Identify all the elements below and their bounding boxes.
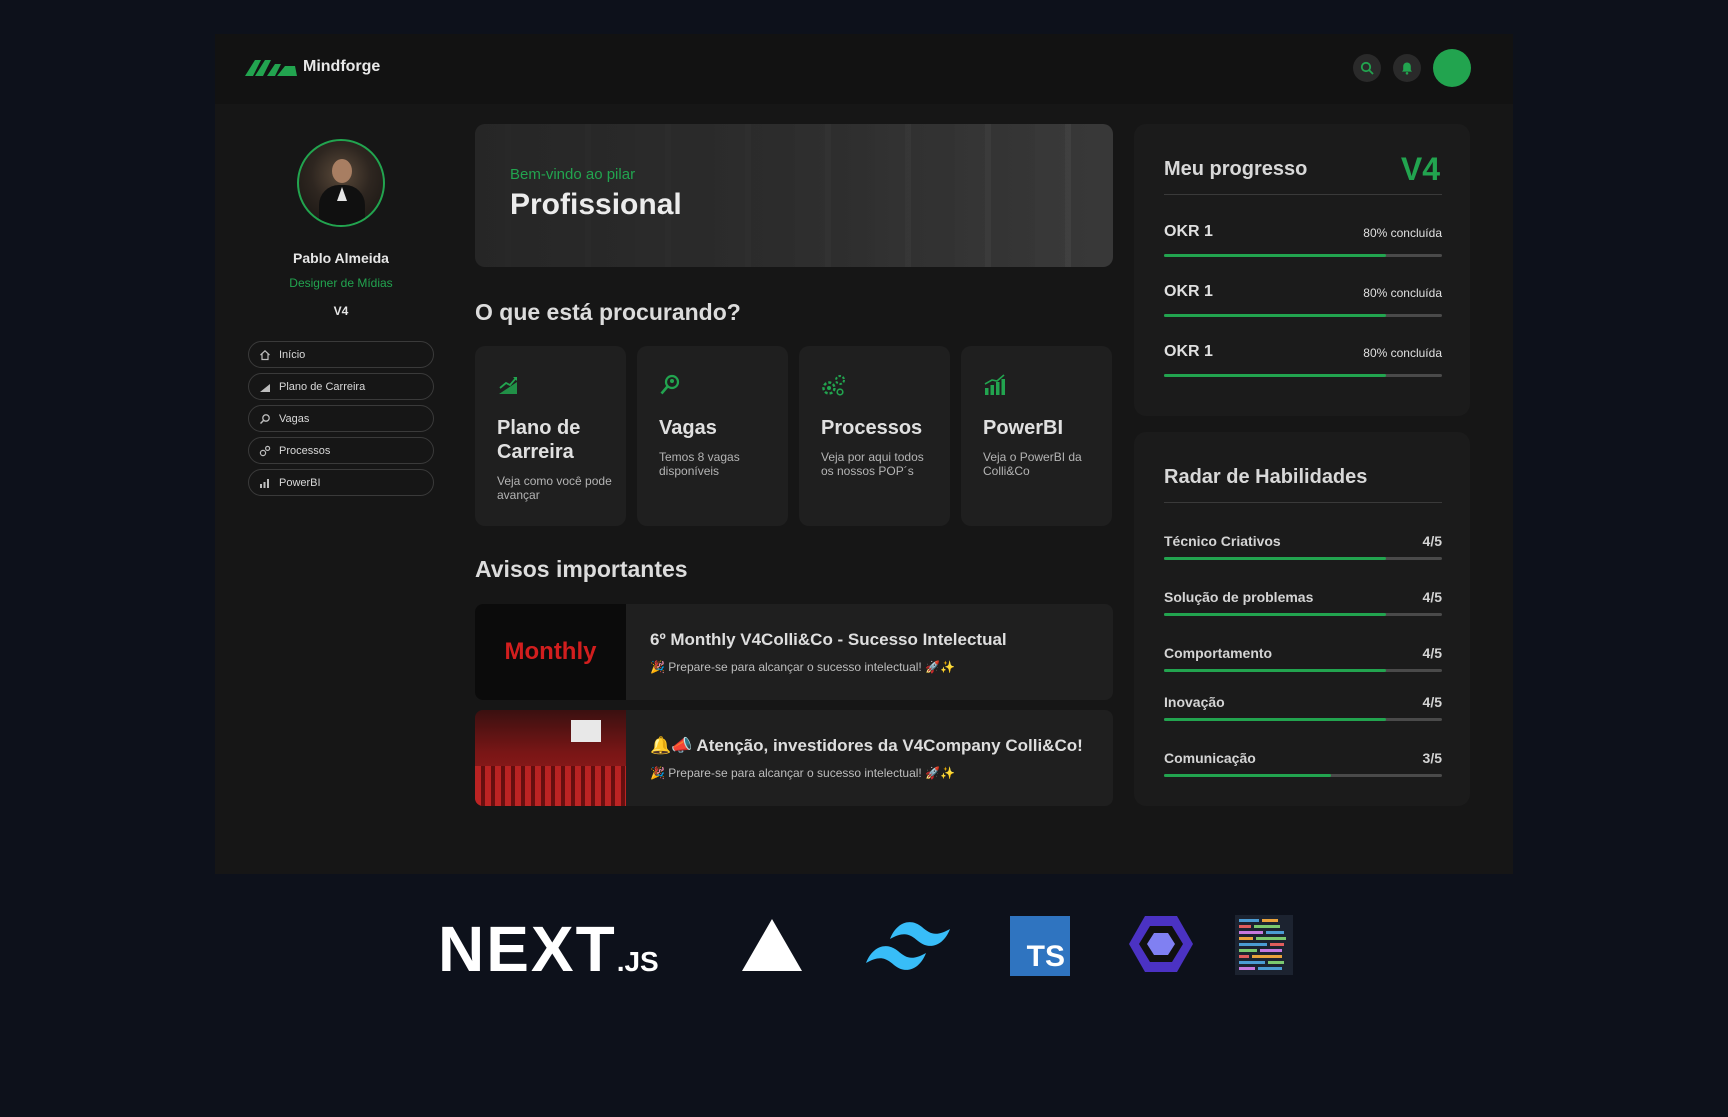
growth-chart-icon <box>499 377 517 394</box>
gears-icon <box>259 445 271 456</box>
progress-label: OKR 1 <box>1164 283 1213 300</box>
skill-bar <box>1164 718 1442 721</box>
sidebar-item-vagas[interactable]: Vagas <box>248 405 434 432</box>
notice-description: 🎉 Prepare-se para alcançar o sucesso int… <box>650 660 955 674</box>
skill-label: Comportamento <box>1164 645 1273 661</box>
notice-item[interactable]: 🔔📣 Atenção, investidores da V4Company Co… <box>475 710 1113 806</box>
app-window: Mindforge Pablo Almeida Designer de Mídi… <box>215 34 1513 874</box>
search-button[interactable] <box>1353 54 1381 82</box>
notice-item[interactable]: Monthly 6º Monthly V4Colli&Co - Sucesso … <box>475 604 1113 700</box>
bar-chart-icon <box>984 374 1005 395</box>
brand-name: Mindforge <box>303 58 381 75</box>
bell-icon <box>1402 62 1412 75</box>
code-file-icon <box>1235 915 1293 975</box>
progress-title: Meu progresso <box>1164 158 1308 180</box>
eslint-logo <box>1129 916 1193 972</box>
card-processos[interactable]: Processos Veja por aqui todos os nossos … <box>799 346 950 526</box>
search-section-title: O que está procurando? <box>475 299 741 325</box>
magnifier-icon <box>660 374 680 395</box>
sidebar-item-plano-de-carreira[interactable]: Plano de Carreira <box>248 373 434 400</box>
vercel-logo <box>742 919 802 971</box>
skill-bar <box>1164 613 1442 616</box>
search-icon <box>259 413 270 424</box>
sidebar-item-powerbi[interactable]: PowerBI <box>248 469 434 496</box>
tailwind-logo <box>866 922 950 970</box>
skill-score: 4/5 <box>1422 645 1442 661</box>
profile-role: Designer de Mídias <box>289 276 393 290</box>
skill-label: Inovação <box>1164 694 1225 710</box>
skill-score: 4/5 <box>1422 694 1442 710</box>
user-avatar-button[interactable] <box>1433 49 1471 87</box>
progress-bar <box>1164 254 1442 257</box>
hero-title: Profissional <box>510 188 682 221</box>
progress-status: 80% concluída <box>1363 346 1442 360</box>
notifications-button[interactable] <box>1393 54 1421 82</box>
card-description: Veja o PowerBI da Colli&Co <box>983 450 1082 479</box>
skills-panel: Radar de Habilidades Técnico Criativos 4… <box>1134 432 1470 806</box>
thumbnail-text: Monthly <box>504 638 597 665</box>
sidebar-nav: Início Plano de Carreira Vagas Processos… <box>248 341 434 501</box>
hero-banner: Bem-vindo ao pilar Profissional <box>475 124 1113 267</box>
progress-bar <box>1164 314 1442 317</box>
sidebar-item-label: PowerBI <box>279 476 321 489</box>
typescript-logo: TS <box>1010 916 1070 976</box>
skill-label: Técnico Criativos <box>1164 533 1281 549</box>
notice-thumbnail <box>475 710 626 806</box>
card-title: Processos <box>821 417 923 439</box>
mindforge-logo-icon <box>245 60 297 76</box>
search-icon <box>1360 61 1374 75</box>
progress-bar <box>1164 374 1442 377</box>
sidebar-item-label: Vagas <box>279 412 310 425</box>
hero-subtitle: Bem-vindo ao pilar <box>510 166 636 183</box>
progress-panel: Meu progresso V4 OKR 1 80% concluída OKR… <box>1134 124 1470 416</box>
chart-icon <box>260 383 270 392</box>
top-bar: Mindforge <box>215 34 1513 104</box>
card-description: Veja por aqui todos os nossos POP´s <box>821 450 924 479</box>
bar-chart-icon <box>260 478 269 488</box>
nextjs-logo: NEXT.JS <box>438 913 659 985</box>
card-vagas[interactable]: Vagas Temos 8 vagas disponíveis <box>637 346 788 526</box>
skill-score: 4/5 <box>1422 589 1442 605</box>
card-description: Temos 8 vagas disponíveis <box>659 450 740 479</box>
progress-label: OKR 1 <box>1164 343 1213 360</box>
card-description: Veja como você pode avançar <box>497 474 612 503</box>
skill-bar <box>1164 557 1442 560</box>
notice-title: 6º Monthly V4Colli&Co - Sucesso Intelect… <box>650 630 1007 649</box>
quick-links: Plano de Carreira Veja como você pode av… <box>475 346 1113 526</box>
sidebar-item-label: Início <box>279 348 306 361</box>
card-powerbi[interactable]: PowerBI Veja o PowerBI da Colli&Co <box>961 346 1112 526</box>
skill-score: 4/5 <box>1422 533 1442 549</box>
progress-status: 80% concluída <box>1363 226 1442 240</box>
sidebar-item-inicio[interactable]: Início <box>248 341 434 368</box>
sidebar-item-label: Plano de Carreira <box>279 380 366 393</box>
skill-bar <box>1164 774 1442 777</box>
profile-name: Pablo Almeida <box>293 250 389 266</box>
skill-score: 3/5 <box>1422 750 1442 766</box>
skill-bar <box>1164 669 1442 672</box>
card-title: Plano de Carreira <box>497 417 581 463</box>
notice-thumbnail: Monthly <box>475 604 626 700</box>
profile-avatar <box>297 139 385 227</box>
notice-title: 🔔📣 Atenção, investidores da V4Company Co… <box>650 736 1083 755</box>
skills-title: Radar de Habilidades <box>1164 466 1368 488</box>
skill-label: Comunicação <box>1164 750 1256 766</box>
brand-logo[interactable]: Mindforge <box>245 58 380 76</box>
gears-icon <box>822 375 845 396</box>
sidebar-item-label: Processos <box>279 444 331 457</box>
home-icon <box>260 349 270 360</box>
progress-label: OKR 1 <box>1164 223 1213 240</box>
progress-level: V4 <box>1400 151 1440 187</box>
skill-label: Solução de problemas <box>1164 589 1314 605</box>
card-title: Vagas <box>659 417 717 439</box>
notice-description: 🎉 Prepare-se para alcançar o sucesso int… <box>650 766 955 780</box>
card-plano-de-carreira[interactable]: Plano de Carreira Veja como você pode av… <box>475 346 626 526</box>
progress-status: 80% concluída <box>1363 286 1442 300</box>
profile-level: V4 <box>333 304 349 318</box>
notices-section-title: Avisos importantes <box>475 556 688 582</box>
sidebar-item-processos[interactable]: Processos <box>248 437 434 464</box>
card-title: PowerBI <box>983 417 1064 439</box>
